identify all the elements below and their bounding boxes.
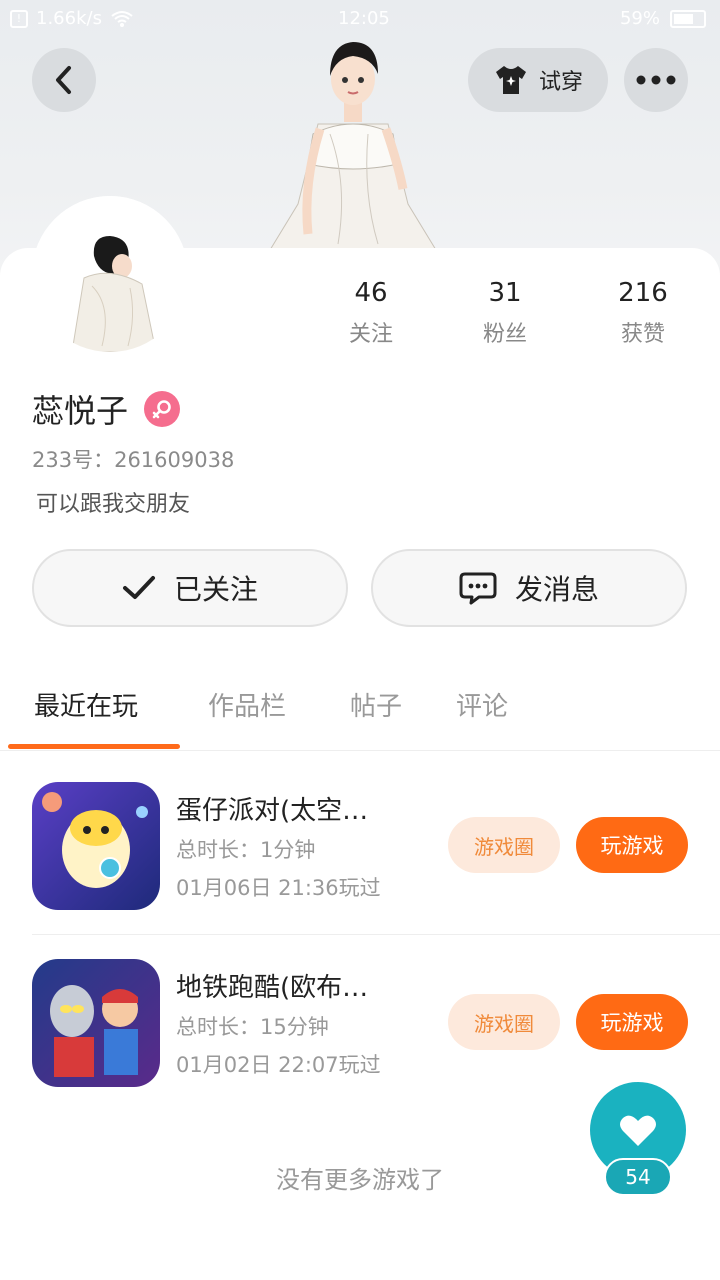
stat-value: 31 [488, 278, 522, 308]
stat-value: 216 [618, 278, 668, 308]
check-icon [122, 576, 155, 599]
name-row: 蕊悦子 [32, 386, 181, 432]
stat-following[interactable]: 46 关注 [321, 278, 421, 348]
game-item[interactable]: 蛋仔派对(太空… 总时长：1分钟 01月06日 21:36玩过 游戏圈 玩游戏 [0, 782, 720, 958]
more-button[interactable] [624, 48, 688, 112]
divider [32, 934, 720, 935]
tab-posts[interactable]: 帖子 [350, 686, 402, 723]
more-dots-icon [636, 75, 676, 85]
avatar[interactable] [32, 196, 188, 352]
avatar-image [32, 196, 188, 352]
game-circle-button[interactable]: 游戏圈 [448, 994, 560, 1050]
user-bio: 可以跟我交朋友 [36, 492, 191, 517]
stats-row: 46 关注 31 粉丝 216 获赞 [300, 278, 720, 358]
game-title: 地铁跑酷(欧布… [176, 973, 369, 1003]
game-last-played: 01月06日 21:36玩过 [176, 876, 381, 900]
stat-likes[interactable]: 216 获赞 [593, 278, 693, 348]
game-circle-button[interactable]: 游戏圈 [448, 817, 560, 873]
sim-icon: ! [10, 9, 28, 28]
back-button[interactable] [32, 48, 96, 112]
tab-works[interactable]: 作品栏 [208, 686, 286, 723]
stat-label: 获赞 [620, 322, 665, 347]
battery-percent: 59% [619, 8, 660, 29]
chevron-left-icon [56, 66, 71, 94]
avatar-3d-figure [269, 42, 437, 250]
followed-button[interactable]: 已关注 [32, 549, 348, 627]
play-game-button[interactable]: 玩游戏 [576, 994, 688, 1050]
stat-followers[interactable]: 31 粉丝 [455, 278, 555, 348]
game-duration: 总时长：15分钟 [176, 1015, 329, 1039]
tab-comments[interactable]: 评论 [456, 686, 508, 723]
stat-label: 关注 [348, 322, 393, 347]
like-count: 54 [604, 1158, 672, 1196]
chat-bubble-icon [459, 572, 497, 605]
play-game-button[interactable]: 玩游戏 [576, 817, 688, 873]
tshirt-icon [495, 66, 526, 94]
game-icon[interactable] [32, 959, 160, 1087]
game-duration: 总时长：1分钟 [176, 838, 316, 862]
try-on-button[interactable]: 试穿 [468, 48, 608, 112]
net-speed: 1.66k/s [36, 8, 102, 29]
stat-label: 粉丝 [482, 322, 527, 347]
try-on-label: 试穿 [538, 70, 583, 95]
tab-recent-games[interactable]: 最近在玩 [34, 686, 138, 723]
game-icon[interactable] [32, 782, 160, 910]
female-icon [144, 391, 181, 427]
wifi-icon [111, 10, 133, 27]
message-label: 发消息 [514, 573, 599, 606]
heart-icon [620, 1115, 656, 1146]
message-button[interactable]: 发消息 [371, 549, 687, 627]
game-last-played: 01月02日 22:07玩过 [176, 1053, 381, 1077]
status-bar: ! 1.66k/s 12:05 59% [0, 0, 720, 36]
tab-indicator [8, 744, 180, 749]
user-name: 蕊悦子 [32, 392, 129, 430]
stat-value: 46 [354, 278, 388, 308]
followed-label: 已关注 [173, 573, 258, 606]
battery-icon [670, 9, 706, 28]
game-title: 蛋仔派对(太空… [176, 796, 369, 826]
user-id: 233号：261609038 [32, 448, 235, 472]
status-time: 12:05 [338, 8, 390, 29]
content-tabs: 最近在玩 作品栏 帖子 评论 [0, 676, 720, 751]
